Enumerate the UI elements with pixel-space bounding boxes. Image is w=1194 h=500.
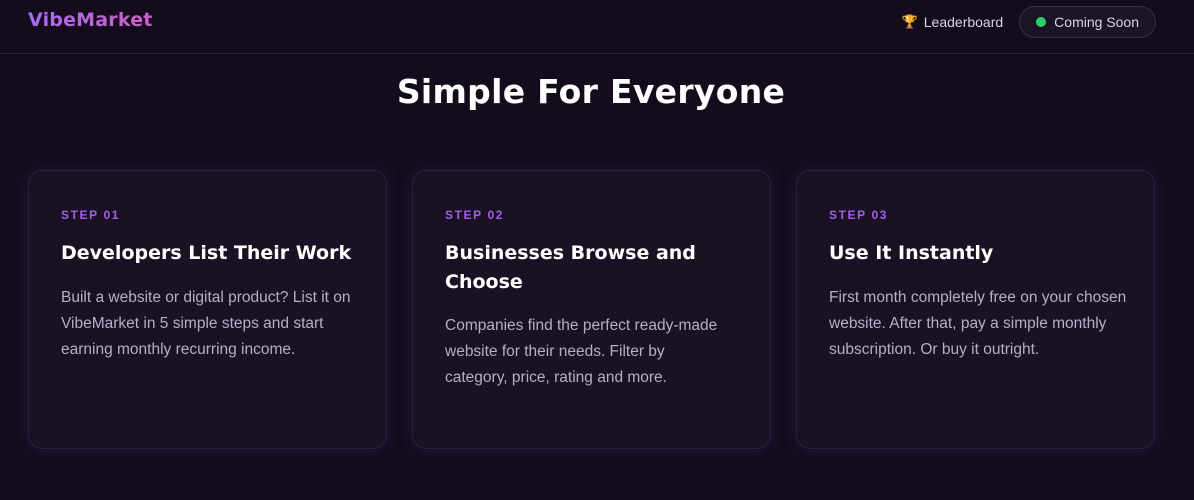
step-description: Built a website or digital product? List… [61, 289, 351, 358]
status-dot-icon [1036, 17, 1047, 27]
step-heading: Use It Instantly [829, 242, 994, 264]
step-heading: Developers List Their Work [61, 242, 352, 264]
step-card-3: STEP 03 Use It Instantly First month com… [796, 170, 1155, 449]
step-number: STEP 02 [445, 208, 505, 222]
step-card-1: STEP 01 Developers List Their Work Built… [28, 170, 387, 449]
step-number: STEP 01 [61, 208, 121, 222]
nav-actions: 🏆 Leaderboard Coming Soon [902, 6, 1156, 38]
logo[interactable]: VibeMarket [28, 9, 153, 31]
leaderboard-link[interactable]: 🏆 Leaderboard [902, 14, 1004, 30]
step-description: First month completely free on your chos… [829, 289, 1127, 358]
step-description: Companies find the perfect ready-made we… [445, 317, 718, 386]
top-nav: VibeMarket 🏆 Leaderboard Coming Soon [0, 0, 1194, 54]
step-number: STEP 03 [829, 208, 889, 222]
step-heading: Businesses Browse and Choose [445, 242, 696, 293]
step-card-2: STEP 02 Businesses Browse and Choose Com… [412, 170, 771, 449]
trophy-icon: 🏆 [901, 14, 918, 29]
section-title: Simple For Everyone [396, 72, 786, 111]
coming-soon-badge[interactable]: Coming Soon [1019, 6, 1156, 38]
coming-soon-label: Coming Soon [1054, 14, 1139, 30]
leaderboard-label: Leaderboard [923, 14, 1004, 30]
